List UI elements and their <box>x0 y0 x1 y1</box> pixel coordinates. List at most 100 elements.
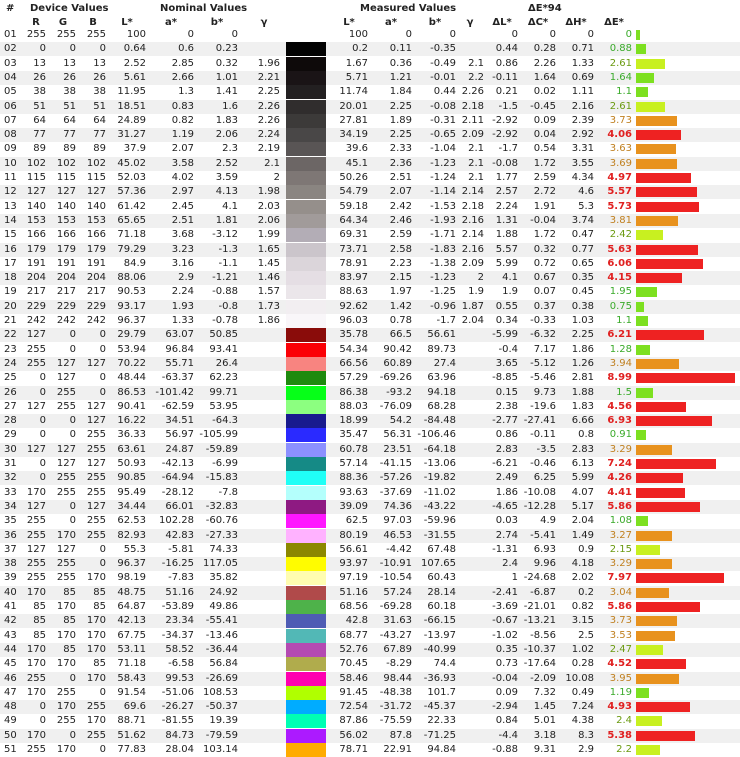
cell-dL: 0.86 <box>495 429 518 441</box>
cell-G: 64 <box>63 114 76 126</box>
cell-mg <box>456 672 484 686</box>
cell-B: 0 <box>99 543 106 555</box>
cell-nL: 52.03 <box>117 172 146 183</box>
patch-index: 48 <box>4 701 17 713</box>
cell-nb: -59.89 <box>205 443 238 455</box>
cell-R: 217 <box>26 286 46 298</box>
delta-e-bar <box>636 573 724 584</box>
cell-dH: 0.65 <box>571 257 594 269</box>
cell-mb: 89.73 <box>427 343 456 355</box>
cell-G: 170 <box>56 601 76 612</box>
cell-na: 3.68 <box>171 229 194 241</box>
cell-nL: 82.93 <box>117 529 146 541</box>
cell-nb: 53.95 <box>209 400 238 412</box>
delta-e-bar <box>636 673 680 684</box>
cell-B: 13 <box>93 57 106 69</box>
nominal-color-swatch <box>286 685 326 700</box>
table-row: 39 255 255 170 98.19 -7.83 35.82 97.19 -10.54 60.… <box>0 571 740 586</box>
cell-dL: 1 <box>511 572 518 584</box>
cell-mb: -1.23 <box>430 157 456 169</box>
cell-dE: 8.99 <box>607 372 632 384</box>
cell-R: 170 <box>26 658 46 670</box>
cell-na: 51.16 <box>165 586 194 598</box>
cell-mL: 39.09 <box>339 500 368 512</box>
cell-nb: -13.46 <box>205 629 238 641</box>
table-row: 34 127 0 127 34.44 66.01 -32.83 39.09 74.36 -43.2… <box>0 499 740 514</box>
cell-R: 255 <box>26 529 46 541</box>
cell-mb: 60.18 <box>427 601 456 612</box>
cell-mL: 88.03 <box>339 400 368 412</box>
cell-nL: 29.79 <box>117 329 146 341</box>
cell-nL: 53.94 <box>117 343 146 355</box>
cell-mb: -71.25 <box>423 729 456 741</box>
cell-mL: 42.8 <box>345 615 368 627</box>
cell-mL: 45.1 <box>345 157 368 169</box>
cell-dC: 1.72 <box>533 157 556 169</box>
cell-mg: 2.04 <box>461 315 484 326</box>
cell-G: 140 <box>56 200 76 212</box>
delta-e-bar <box>636 344 651 355</box>
cell-nb: 56.84 <box>209 658 238 670</box>
cell-mg <box>456 729 484 743</box>
cell-mb: 27.4 <box>433 357 456 369</box>
cell-dH: 0.49 <box>571 686 594 698</box>
cell-dC: 1.72 <box>533 229 556 241</box>
cell-dE: 4.97 <box>607 172 632 183</box>
delta-e-bar <box>636 330 705 341</box>
cell-ng: 1.86 <box>257 315 280 326</box>
cell-R: 255 <box>26 572 46 584</box>
cell-ma: 1.84 <box>389 86 412 98</box>
cell-mb: -36.93 <box>423 672 456 684</box>
cell-B: 229 <box>86 300 106 312</box>
cell-mg <box>456 42 484 56</box>
cell-ng <box>248 457 280 471</box>
nominal-color-swatch <box>286 728 326 743</box>
cell-G: 13 <box>63 57 76 69</box>
nominal-color-swatch <box>286 428 326 443</box>
cell-mL: 66.56 <box>339 357 368 369</box>
cell-B: 255 <box>86 515 106 527</box>
cell-nL: 86.53 <box>117 386 146 398</box>
cell-mg: 2.2 <box>468 71 484 83</box>
cell-dL: 2.24 <box>495 200 518 212</box>
cell-ma: -48.38 <box>379 686 412 698</box>
cell-dL: -0.67 <box>492 615 518 627</box>
delta-e-bar <box>636 559 673 570</box>
cell-na: 66.01 <box>165 500 194 512</box>
cell-mb: -0.35 <box>430 43 456 55</box>
patch-index: 16 <box>4 243 17 255</box>
cell-nL: 79.29 <box>117 243 146 255</box>
cell-G: 0 <box>69 429 76 441</box>
cell-ng: 2.21 <box>257 71 280 83</box>
cell-ng <box>248 42 280 56</box>
delta-e-bar <box>636 730 696 741</box>
cell-dC: 0.07 <box>533 286 556 298</box>
cell-nb: -6.99 <box>212 458 238 469</box>
cell-nL: 0.64 <box>123 43 146 55</box>
cell-na: 4.02 <box>171 172 194 183</box>
cell-dH: 0.77 <box>571 243 594 255</box>
cell-mL: 27.81 <box>339 114 368 126</box>
cell-mL: 97.19 <box>339 572 368 584</box>
cell-R: 0 <box>39 458 46 469</box>
cell-mg <box>456 343 484 357</box>
cell-na: 34.51 <box>165 415 194 427</box>
cell-nL: 16.22 <box>117 415 146 427</box>
cell-nb: -26.69 <box>205 672 238 684</box>
cell-dL: -8.85 <box>492 372 518 384</box>
nominal-color-swatch <box>286 571 326 586</box>
cell-dL: -6.21 <box>492 458 518 469</box>
nominal-color-swatch <box>286 142 326 157</box>
cell-na: -81.55 <box>161 715 194 727</box>
cell-dL: 0.84 <box>495 715 518 727</box>
cell-dH: 0.45 <box>571 286 594 298</box>
cell-dL: 0.35 <box>495 643 518 655</box>
cell-na: -5.81 <box>168 543 194 555</box>
cell-na: -7.83 <box>168 572 194 584</box>
cell-G: 77 <box>63 129 76 141</box>
table-row: 27 127 255 127 90.41 -62.59 53.95 88.03 -76.09 68… <box>0 399 740 414</box>
cell-ng: 1.99 <box>257 229 280 241</box>
cell-ng <box>248 486 280 500</box>
cell-R: 204 <box>26 272 46 284</box>
delta-e-bar <box>636 702 691 713</box>
